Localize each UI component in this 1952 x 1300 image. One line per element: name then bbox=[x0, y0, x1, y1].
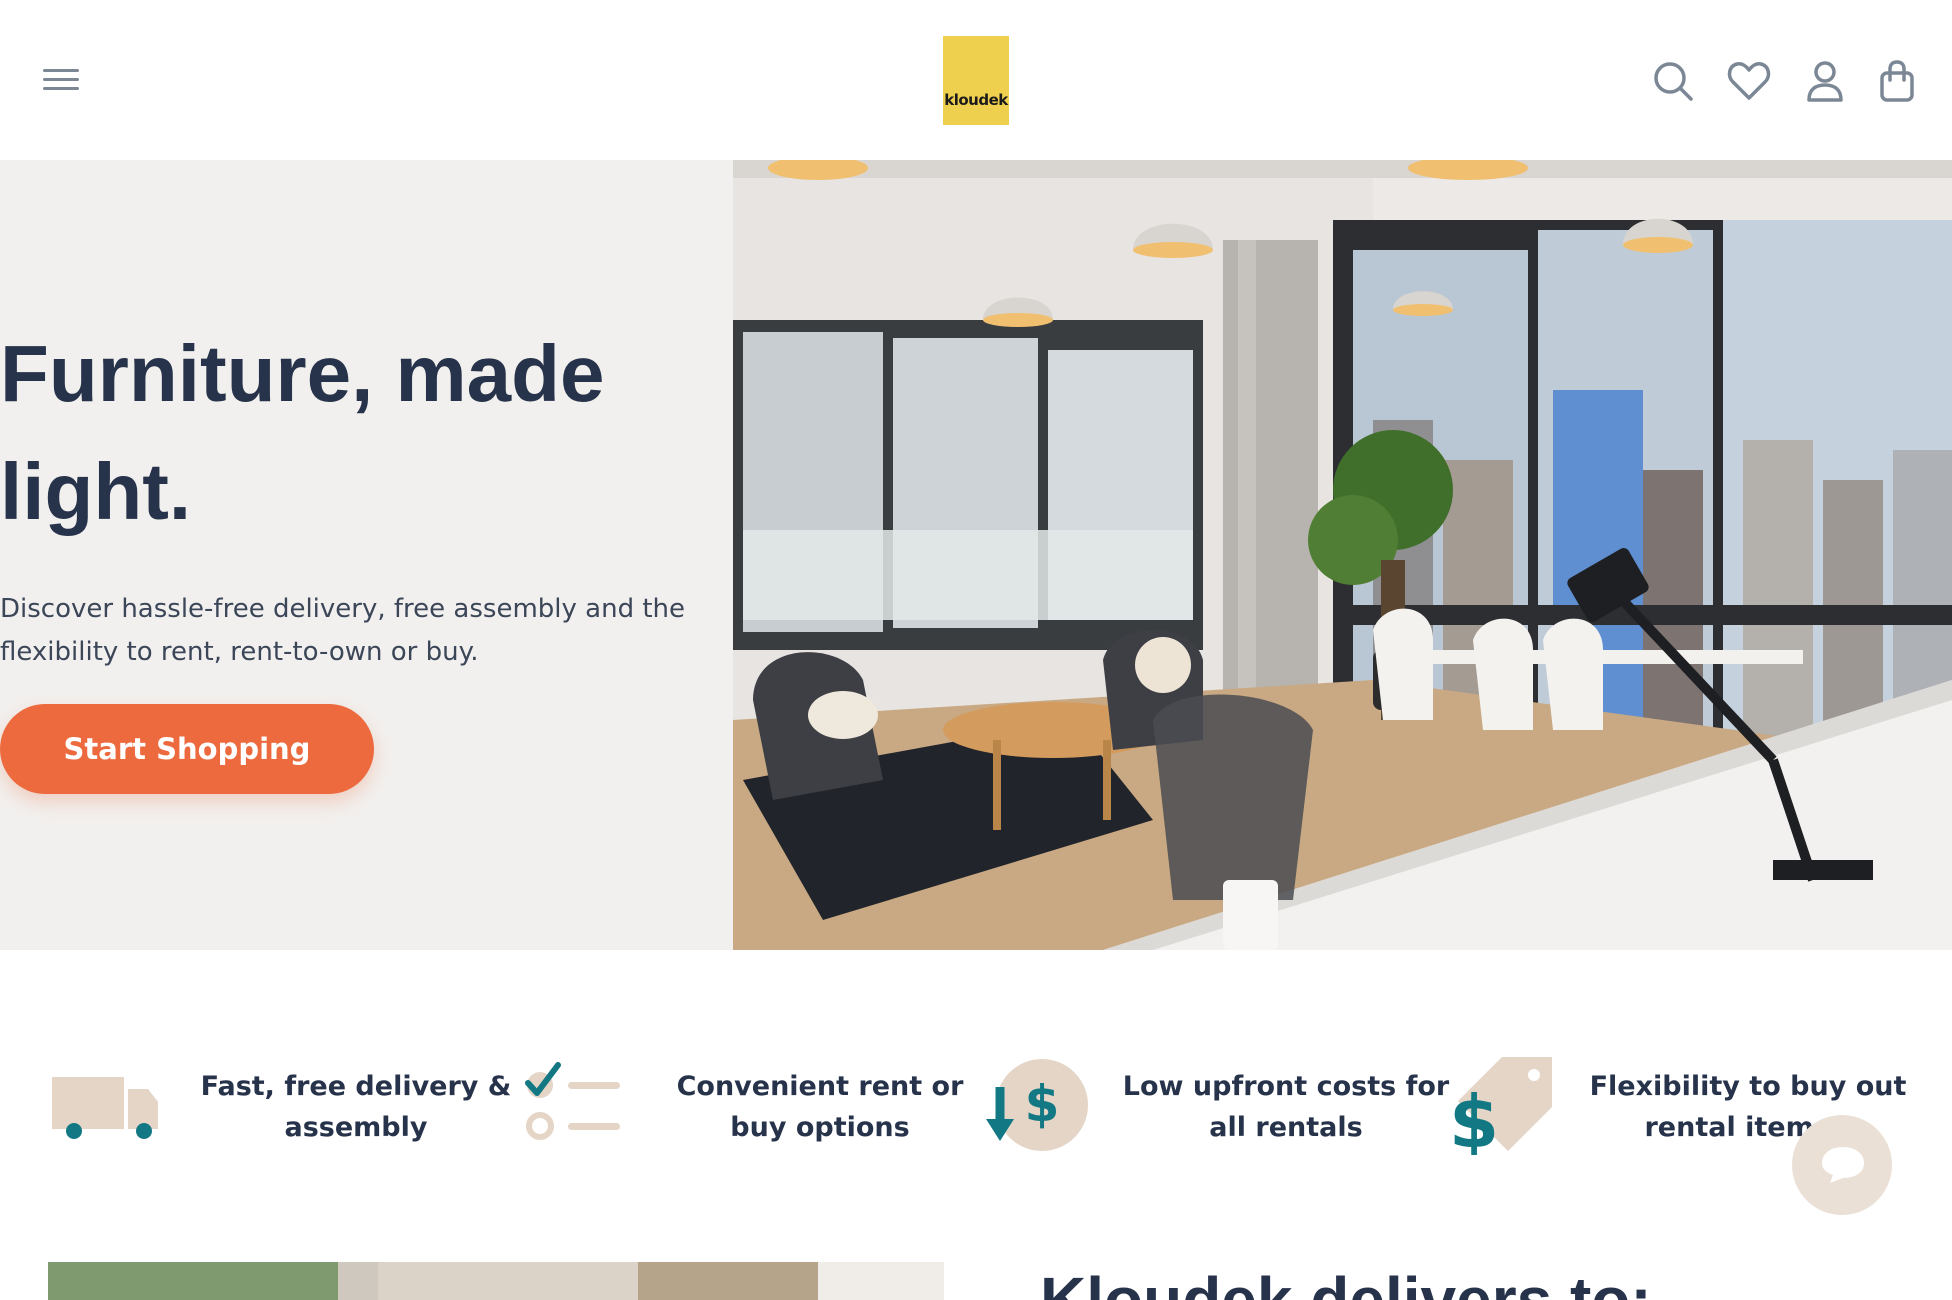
delivers-heading: Kloudek delivers to: bbox=[1040, 1264, 1652, 1300]
feature-rent-buy bbox=[518, 1055, 628, 1155]
heart-icon bbox=[1727, 62, 1771, 100]
svg-text:$: $ bbox=[1449, 1080, 1499, 1155]
wishlist-button[interactable] bbox=[1726, 58, 1772, 104]
menu-icon-line bbox=[43, 87, 79, 90]
feature-delivery-text: Fast, free delivery & assembly bbox=[200, 1071, 512, 1143]
chat-bubble-icon bbox=[1822, 1147, 1864, 1183]
hero-panel bbox=[0, 160, 733, 950]
feature-delivery bbox=[48, 1055, 162, 1155]
hero-image bbox=[733, 160, 1952, 950]
search-button[interactable] bbox=[1650, 58, 1696, 104]
delivery-area-image bbox=[48, 1262, 944, 1300]
cart-button[interactable] bbox=[1874, 58, 1920, 104]
user-icon bbox=[1807, 61, 1843, 102]
hero-subtitle: Discover hassle-free delivery, free asse… bbox=[0, 594, 686, 667]
logo[interactable]: kloudek bbox=[943, 36, 1009, 125]
search-icon bbox=[1654, 62, 1693, 101]
logo-text: kloudek bbox=[944, 91, 1008, 109]
account-button[interactable] bbox=[1802, 58, 1848, 104]
feature-low-cost: $ bbox=[978, 1055, 1088, 1155]
office-interior-photo bbox=[733, 160, 1952, 950]
menu-button[interactable] bbox=[40, 64, 82, 96]
start-shopping-button[interactable]: Start Shopping bbox=[0, 704, 374, 794]
checklist-icon bbox=[525, 1062, 620, 1140]
building-photo bbox=[48, 1262, 944, 1300]
svg-text:$: $ bbox=[1025, 1075, 1060, 1133]
feature-buyout: $ bbox=[1442, 1055, 1552, 1164]
price-tag-icon: $ bbox=[1449, 1057, 1552, 1164]
truck-icon bbox=[52, 1077, 162, 1139]
bag-icon bbox=[1880, 60, 1914, 102]
feature-low-cost-text: Low upfront costs for all rentals bbox=[1122, 1071, 1450, 1143]
site-header: kloudek bbox=[0, 0, 1952, 160]
feature-rent-buy-text: Convenient rent or buy options bbox=[676, 1071, 964, 1143]
menu-icon-line bbox=[43, 78, 79, 81]
down-dollar-icon: $ bbox=[986, 1059, 1088, 1151]
chat-button[interactable] bbox=[1792, 1115, 1892, 1215]
menu-icon bbox=[43, 69, 79, 72]
hero-title: Furniture, made light. bbox=[0, 329, 605, 536]
